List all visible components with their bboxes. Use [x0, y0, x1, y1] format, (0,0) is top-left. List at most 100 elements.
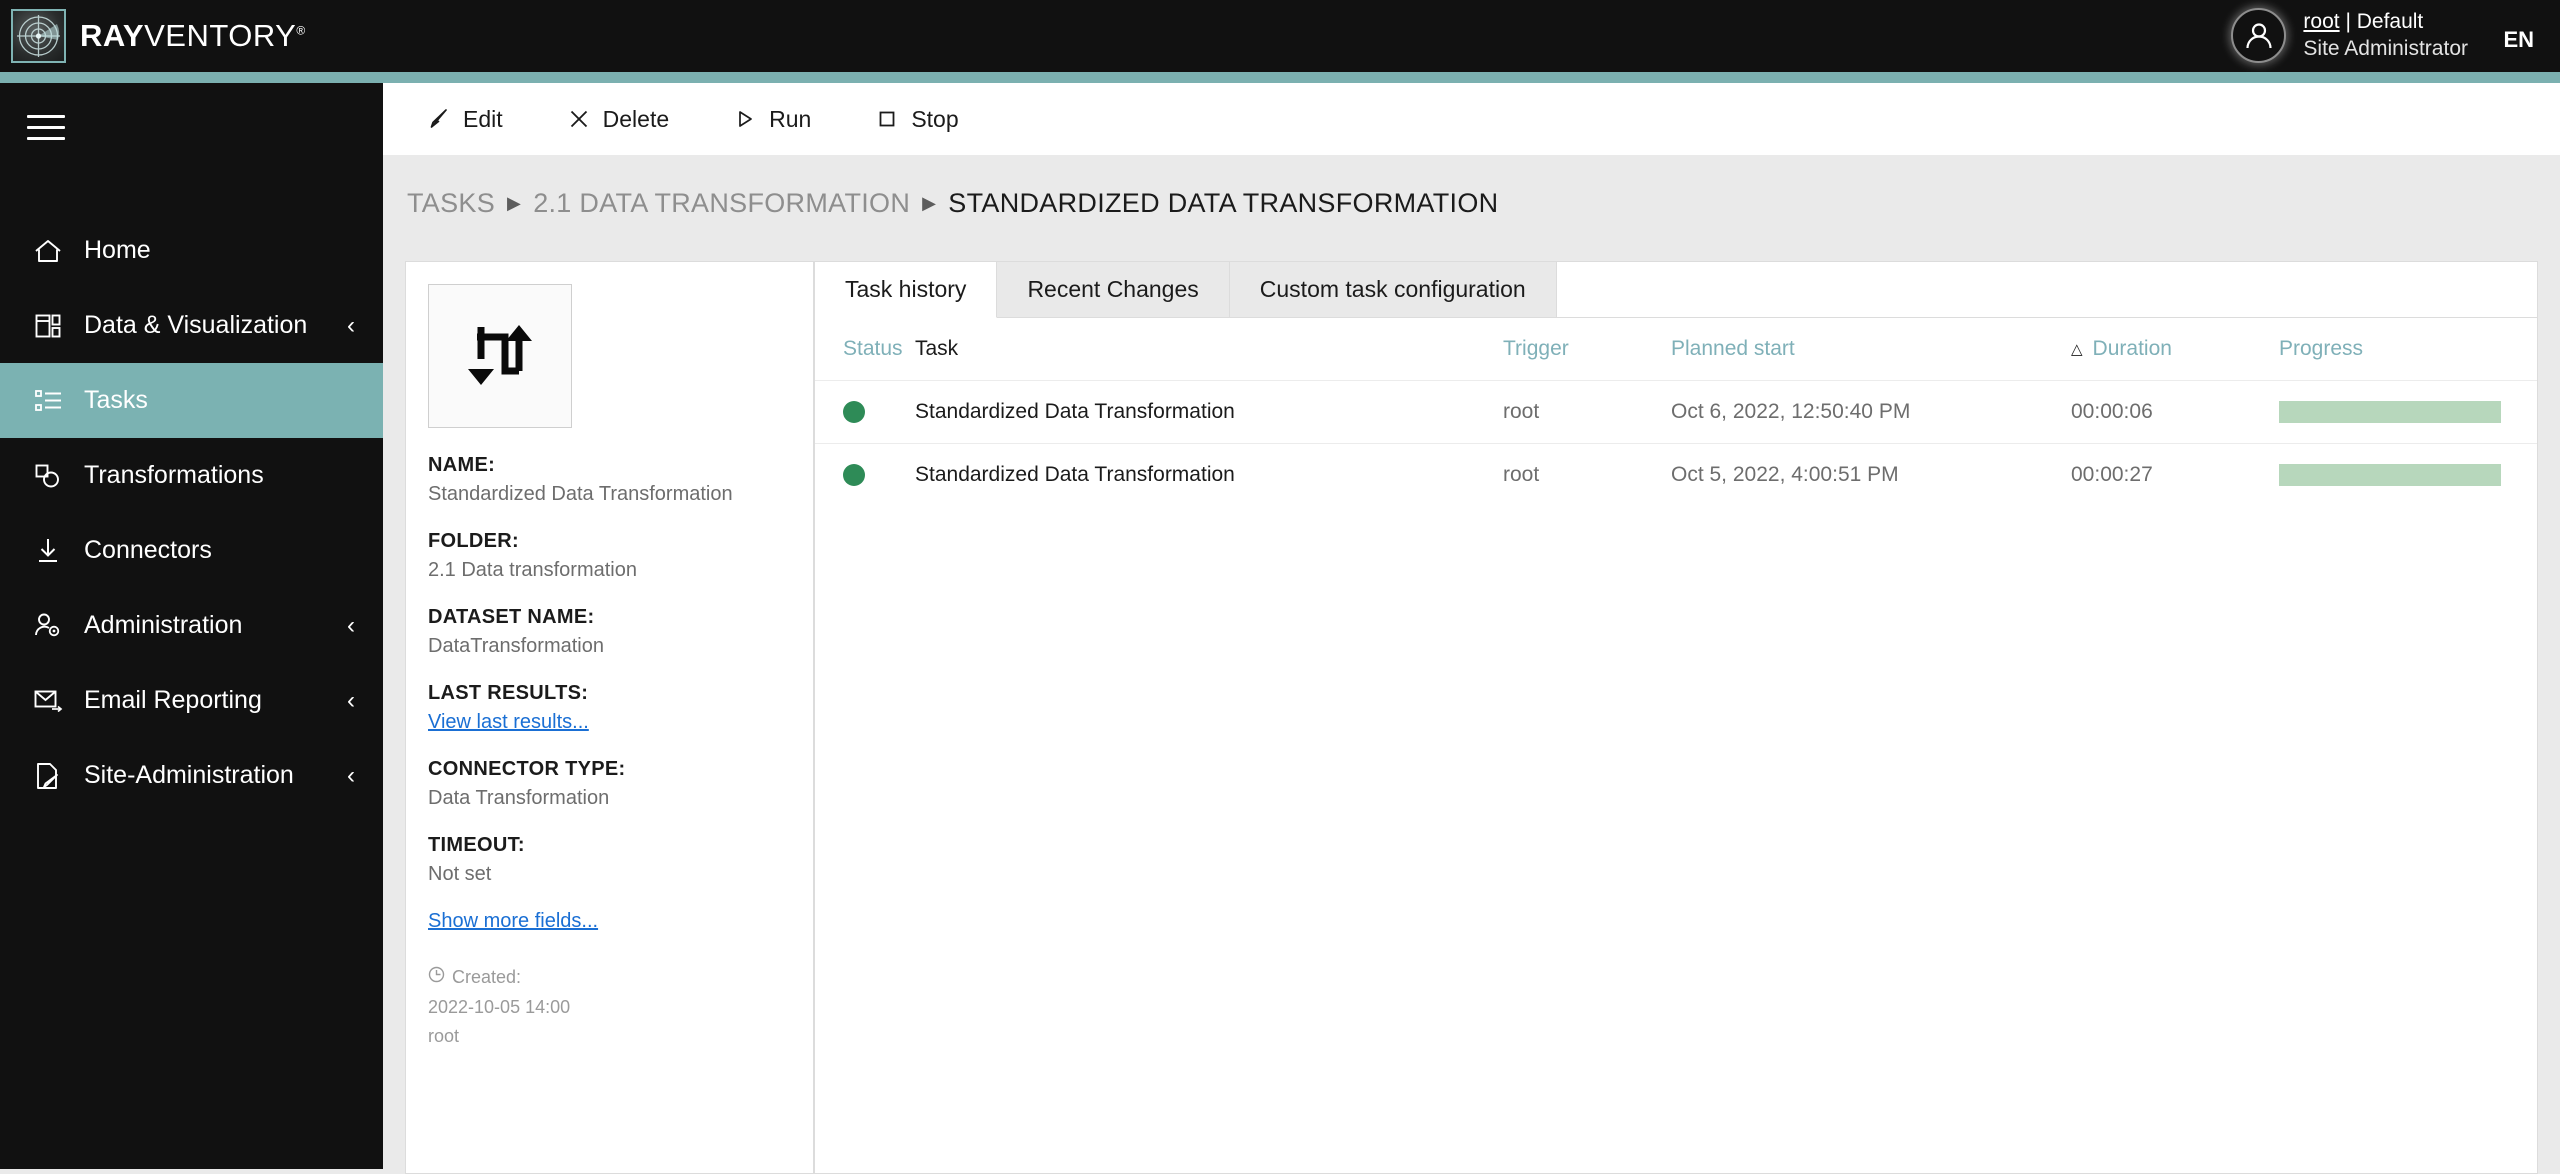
- table-row[interactable]: Standardized Data Transformation root Oc…: [815, 443, 2537, 506]
- tab-label: Custom task configuration: [1259, 276, 1526, 302]
- sidebar-item-label: Email Reporting: [84, 686, 262, 714]
- username-link[interactable]: root: [2303, 10, 2339, 33]
- task-tabs-panel: Task history Recent Changes Custom task …: [814, 261, 2538, 1174]
- cell-duration: 00:00:06: [2071, 400, 2153, 423]
- chevron-left-icon[interactable]: ‹: [347, 613, 355, 638]
- created-info: Created: 2022-10-05 14:00 root: [428, 963, 798, 1052]
- user-gear-icon: [28, 607, 68, 645]
- language-selector[interactable]: EN: [2503, 27, 2534, 53]
- edit-button[interactable]: Edit: [413, 98, 517, 141]
- brand-trademark: ®: [296, 23, 306, 38]
- tab-bar: Task history Recent Changes Custom task …: [815, 262, 2537, 318]
- tab-label: Task history: [845, 276, 967, 302]
- tab-custom-task-configuration[interactable]: Custom task configuration: [1229, 262, 1557, 317]
- cell-progress: [2279, 464, 2537, 486]
- breadcrumb-item-folder[interactable]: 2.1 DATA TRANSFORMATION: [533, 188, 910, 219]
- column-header-duration[interactable]: △ Duration: [2071, 337, 2279, 361]
- transformations-icon: [28, 457, 68, 495]
- sidebar-item-label: Transformations: [84, 461, 264, 489]
- table-row[interactable]: Standardized Data Transformation root Oc…: [815, 380, 2537, 443]
- data-transformation-arrows-icon: [428, 284, 572, 428]
- clock-icon: [428, 963, 445, 993]
- column-header-trigger[interactable]: Trigger: [1503, 337, 1671, 361]
- progress-bar-track: [2279, 464, 2501, 486]
- sort-ascending-caret-icon: △: [2071, 340, 2083, 358]
- breadcrumb-item-current: STANDARDIZED DATA TRANSFORMATION: [948, 188, 1499, 218]
- brand-name: RAYVENTORY®: [80, 18, 306, 54]
- field-label-timeout: TIMEOUT:: [428, 834, 525, 856]
- chevron-left-icon[interactable]: ‹: [347, 313, 355, 338]
- table-header-row: Status Task Trigger Planned start △ Dura…: [815, 318, 2537, 380]
- sidebar-items-list: Home Data & Visualization ‹ Tasks Transf…: [0, 213, 383, 813]
- field-value-dataset-name: DataTransformation: [428, 635, 604, 657]
- cell-duration: 00:00:27: [2071, 463, 2153, 486]
- close-x-icon: [567, 107, 591, 131]
- column-header-planned-start[interactable]: Planned start: [1671, 337, 2071, 361]
- sidebar-item-tasks[interactable]: Tasks: [0, 363, 383, 438]
- cell-task: Standardized Data Transformation: [915, 463, 1235, 486]
- cell-trigger: root: [1503, 463, 1540, 486]
- delete-button-label: Delete: [602, 105, 670, 132]
- sidebar-item-label: Administration: [84, 611, 243, 639]
- field-value-connector-type: Data Transformation: [428, 787, 610, 809]
- brand-name-bold: RAY: [80, 18, 145, 53]
- chevron-left-icon[interactable]: ‹: [347, 763, 355, 788]
- sidebar-item-label: Data & Visualization: [84, 311, 308, 339]
- radar-icon: [11, 9, 66, 63]
- edit-button-label: Edit: [463, 105, 503, 132]
- stop-button[interactable]: Stop: [861, 98, 972, 141]
- view-last-results-link[interactable]: View last results...: [428, 711, 589, 734]
- chevron-left-icon[interactable]: ‹: [347, 688, 355, 713]
- sidebar-item-email-reporting[interactable]: Email Reporting ‹: [0, 663, 383, 738]
- field-label-dataset-name: DATASET NAME:: [428, 606, 595, 628]
- user-avatar-icon[interactable]: [2231, 8, 2287, 63]
- tab-recent-changes[interactable]: Recent Changes: [997, 262, 1230, 317]
- user-identity: root | Default: [2303, 9, 2468, 36]
- task-list-icon: [28, 382, 68, 420]
- sidebar-item-site-administration[interactable]: Site-Administration ‹: [0, 738, 383, 813]
- sidebar-nav: Home Data & Visualization ‹ Tasks Transf…: [0, 83, 383, 1169]
- sidebar-item-label: Site-Administration: [84, 761, 294, 789]
- column-header-status[interactable]: Status: [843, 337, 915, 361]
- status-dot-success-icon: [843, 401, 865, 423]
- dashboard-icon: [28, 307, 68, 345]
- sidebar-item-transformations[interactable]: Transformations: [0, 438, 383, 513]
- run-button-label: Run: [769, 105, 812, 132]
- run-button[interactable]: Run: [719, 98, 825, 141]
- delete-button[interactable]: Delete: [553, 98, 683, 141]
- brand-name-light: VENTORY: [144, 18, 297, 53]
- column-header-progress[interactable]: Progress: [2279, 337, 2537, 361]
- column-header-duration-label: Duration: [2092, 337, 2172, 360]
- action-toolbar: Edit Delete Run Stop: [383, 83, 2560, 155]
- cell-progress: [2279, 401, 2537, 423]
- tab-task-history[interactable]: Task history: [815, 262, 998, 318]
- sidebar-item-data-visualization[interactable]: Data & Visualization ‹: [0, 288, 383, 363]
- caret-right-icon: ▶: [922, 193, 937, 213]
- pencil-icon: [427, 107, 451, 131]
- hamburger-icon[interactable]: [27, 115, 65, 143]
- brand-logo[interactable]: RAYVENTORY®: [11, 9, 306, 63]
- column-header-task[interactable]: Task: [915, 337, 1503, 361]
- progress-bar-fill: [2279, 401, 2501, 423]
- breadcrumb-item-tasks[interactable]: TASKS: [407, 188, 495, 219]
- field-label-name: NAME:: [428, 454, 496, 476]
- caret-right-icon: ▶: [507, 193, 522, 213]
- sidebar-item-label: Connectors: [84, 536, 212, 564]
- sidebar-item-connectors[interactable]: Connectors: [0, 513, 383, 588]
- show-more-fields-link[interactable]: Show more fields...: [428, 910, 798, 933]
- progress-bar-track: [2279, 401, 2501, 423]
- breadcrumb: TASKS ▶ 2.1 DATA TRANSFORMATION ▶ STANDA…: [407, 188, 1498, 219]
- user-tenant: | Default: [2339, 9, 2424, 33]
- stop-button-label: Stop: [911, 105, 959, 132]
- created-user: root: [428, 1026, 460, 1047]
- sidebar-item-home[interactable]: Home: [0, 213, 383, 288]
- task-history-table: Status Task Trigger Planned start △ Dura…: [815, 318, 2537, 506]
- status-badge: [843, 401, 915, 423]
- user-account-area[interactable]: root | Default Site Administrator: [2231, 8, 2468, 63]
- sidebar-item-label: Tasks: [84, 386, 148, 414]
- top-header-bar: RAYVENTORY® root | Default Site Administ…: [0, 0, 2560, 72]
- sidebar-item-administration[interactable]: Administration ‹: [0, 588, 383, 663]
- field-label-last-results: LAST RESULTS:: [428, 682, 589, 704]
- download-arrow-icon: [28, 532, 68, 570]
- created-timestamp: 2022-10-05 14:00: [428, 996, 571, 1017]
